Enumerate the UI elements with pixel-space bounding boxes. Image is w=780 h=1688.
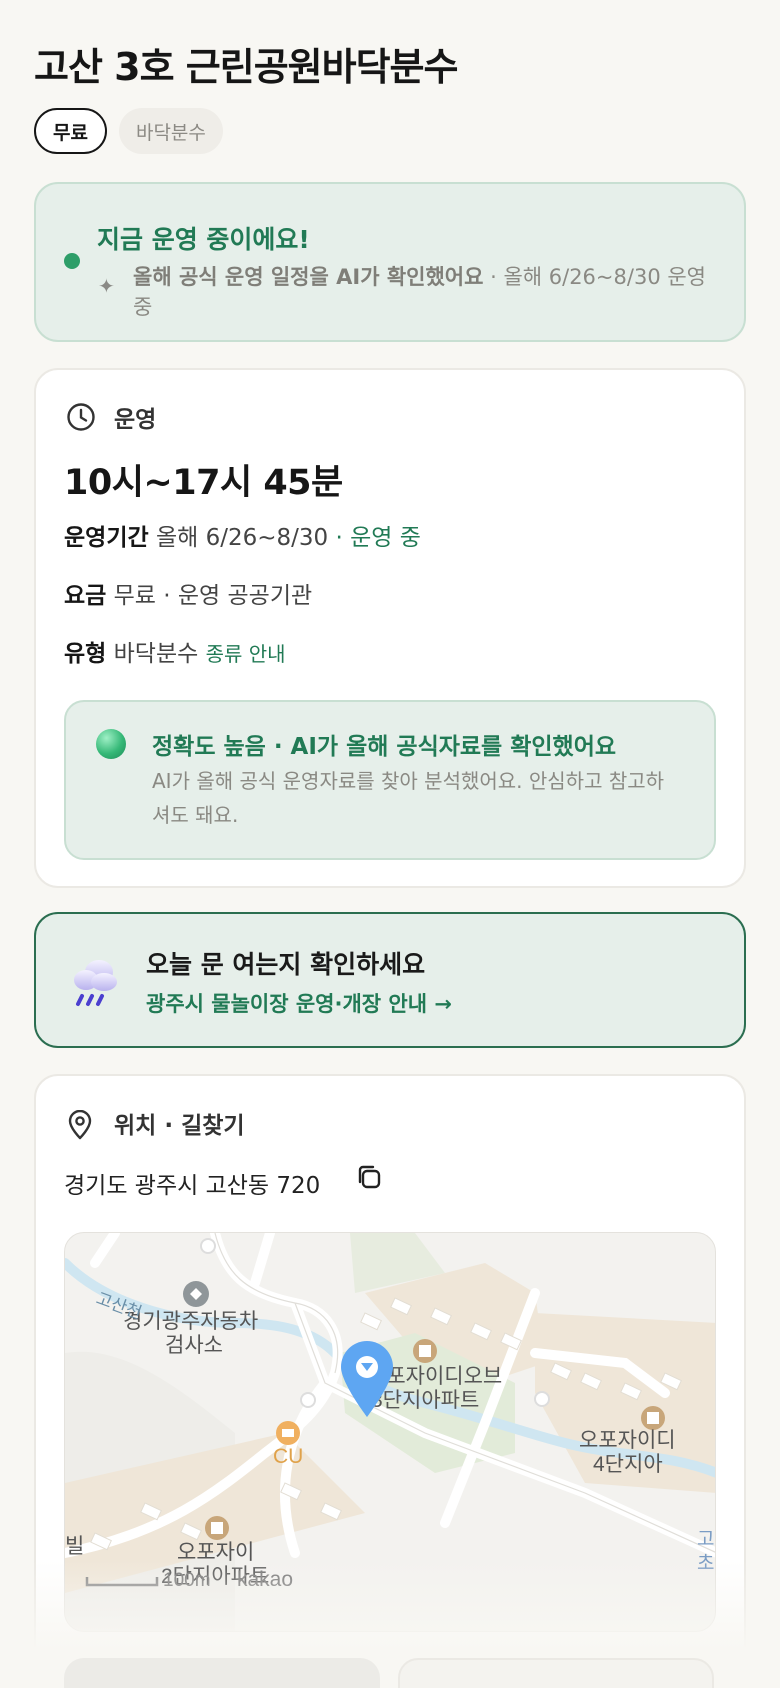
type-value: 바닥분수 — [113, 641, 199, 667]
map-label-apartment: 오포자이디 — [579, 1429, 676, 1452]
operation-section-title: 운영 — [114, 407, 157, 433]
operation-card: 운영 10시~17시 45분 운영기간 올해 6/26~8/30 · 운영 중 … — [34, 368, 746, 888]
tag-chips: 무료 바닥분수 — [34, 108, 223, 154]
fee-value: 무료 · 운영 공공기관 — [113, 583, 313, 609]
accuracy-body: AI가 올해 공식 운영자료를 찾아 분석했어요. 안심하고 참고하셔도 돼요. — [152, 769, 665, 827]
bottom-action-left[interactable] — [64, 1658, 380, 1688]
rain-cloud-icon — [74, 960, 117, 1006]
period-value: 올해 6/26~8/30 — [155, 525, 329, 551]
fee-label: 요금 — [64, 583, 107, 609]
map-label-inspection: 경기광주자동차 — [123, 1310, 258, 1333]
fee-row: 요금 무료 · 운영 공공기관 — [64, 576, 312, 610]
status-dot-icon — [64, 253, 80, 269]
status-card: 지금 운영 중이에요! ✦ 올해 공식 운영 일정을 AI가 확인했어요 · 올… — [34, 182, 746, 342]
chip-floor-fountain[interactable]: 바닥분수 — [118, 108, 223, 154]
map-pin-icon — [68, 1110, 92, 1140]
sparkle-icon: ✦ — [98, 274, 115, 298]
status-note: 올해 공식 운영 일정을 AI가 확인했어요 · 올해 6/26~8/30 운영… — [133, 262, 723, 322]
operating-hours: 10시~17시 45분 — [64, 463, 343, 503]
status-note-bold: 올해 공식 운영 일정을 AI가 확인했어요 — [133, 265, 484, 289]
chip-free[interactable]: 무료 — [34, 108, 107, 154]
map-label-edge: 빌 — [65, 1535, 84, 1558]
type-row: 유형 바닥분수 종류 안내 — [64, 634, 286, 668]
banner-link[interactable]: 광주시 물놀이장 운영·개장 안내 → — [146, 988, 452, 1018]
type-guide-link[interactable]: 종류 안내 — [206, 642, 286, 666]
page: 고산 3호 근린공원바닥분수 무료 바닥분수 지금 운영 중이에요! ✦ 올해 … — [0, 0, 780, 1688]
bottom-action-right[interactable] — [398, 1658, 714, 1688]
map-label-edge: 고 — [697, 1529, 714, 1550]
type-label: 유형 — [64, 641, 107, 667]
accuracy-box: 정확도 높음 · AI가 올해 공식자료를 확인했어요 AI가 올해 공식 운영… — [64, 700, 716, 860]
period-status: · 운영 중 — [335, 525, 421, 551]
clock-icon — [67, 403, 95, 431]
accuracy-headline: 정확도 높음 · AI가 올해 공식자료를 확인했어요 — [152, 734, 617, 760]
accuracy-orb-icon — [96, 729, 126, 759]
location-section-title: 위치 · 길찾기 — [114, 1113, 245, 1139]
open-check-banner[interactable]: 오늘 문 여는지 확인하세요 광주시 물놀이장 운영·개장 안내 → — [34, 912, 746, 1048]
banner-headline: 오늘 문 여는지 확인하세요 — [146, 950, 426, 979]
map-label-apartment: 4단지아 — [593, 1453, 663, 1476]
status-headline: 지금 운영 중이에요! — [97, 225, 310, 254]
address-text: 경기도 광주시 고산동 720 — [64, 1173, 321, 1199]
map-label-apartment: 3단지아파트 — [371, 1389, 479, 1412]
map-label-store: CU — [273, 1445, 303, 1468]
period-row: 운영기간 올해 6/26~8/30 · 운영 중 — [64, 518, 421, 552]
period-label: 운영기간 — [64, 525, 149, 551]
map-label-inspection: 검사소 — [165, 1334, 223, 1357]
page-title: 고산 3호 근린공원바닥분수 — [34, 45, 458, 89]
copy-icon[interactable] — [354, 1162, 384, 1192]
